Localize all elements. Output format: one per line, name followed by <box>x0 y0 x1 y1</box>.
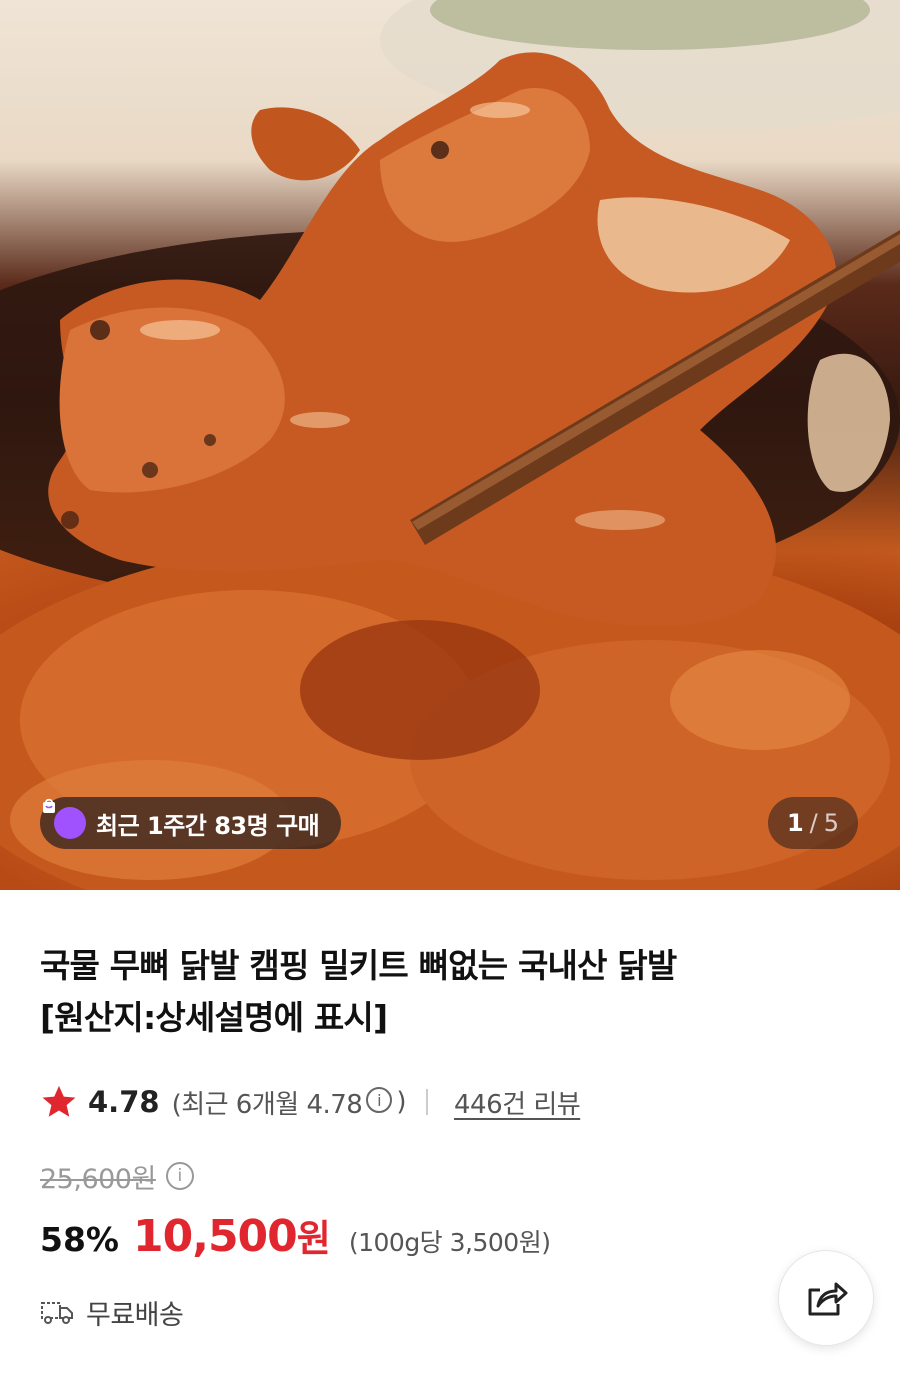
sale-price: 10,500 <box>133 1211 298 1262</box>
shipping-row: 무료배송 <box>40 1290 184 1334</box>
product-title-line-1: 국물 무뼈 닭발 캠핑 밀키트 뼈없는 국내산 닭발 <box>40 946 677 985</box>
recent-purchase-text: 최근 1주간 83명 구매 <box>96 811 320 840</box>
original-price: 25,600원 <box>40 1163 156 1195</box>
original-price-row: 25,600원 i <box>40 1155 194 1197</box>
unit-price: (100g당 3,500원) <box>348 1228 551 1257</box>
image-counter-separator: / <box>809 809 818 837</box>
review-count-link[interactable]: 446건 리뷰 <box>454 1084 581 1121</box>
image-counter-current: 1 <box>786 809 804 837</box>
shipping-label: 무료배송 <box>86 1299 184 1331</box>
share-button[interactable] <box>778 1250 874 1346</box>
image-counter-total: 5 <box>823 809 840 837</box>
sale-price-row: 58% 10,500 원 (100g당 3,500원) <box>40 1208 551 1268</box>
rating-value: 4.78 <box>88 1085 160 1119</box>
product-image-carousel[interactable]: 최근 1주간 83명 구매 1 / 5 <box>0 0 900 890</box>
share-icon <box>808 1282 848 1316</box>
product-photo <box>0 0 900 890</box>
info-icon[interactable]: i <box>366 1087 393 1113</box>
sale-price-unit: 원 <box>296 1217 331 1260</box>
rating-divider <box>426 1089 429 1115</box>
discount-rate: 58% <box>40 1220 119 1259</box>
recent-rating-close: ) <box>396 1087 407 1117</box>
price-info-icon[interactable]: i <box>165 1162 194 1190</box>
recent-rating-text: (최근 6개월 4.78 <box>171 1089 363 1120</box>
shopping-bag-icon <box>43 798 86 839</box>
product-title: 국물 무뼈 닭발 캠핑 밀키트 뼈없는 국내산 닭발 [원산지:상세설명에 표시… <box>40 940 860 1044</box>
truck-icon <box>41 1302 73 1324</box>
image-counter: 1 / 5 <box>768 797 858 849</box>
star-icon <box>42 1085 76 1117</box>
recent-purchase-badge: 최근 1주간 83명 구매 <box>40 797 342 849</box>
product-title-line-2: [원산지:상세설명에 표시] <box>40 998 388 1037</box>
rating-row: 4.78 (최근 6개월 4.78 i ) 446건 리뷰 <box>40 1080 581 1124</box>
product-page: 최근 1주간 83명 구매 1 / 5 국물 무뼈 닭발 캠핑 밀키트 뼈없는 … <box>0 0 900 1375</box>
